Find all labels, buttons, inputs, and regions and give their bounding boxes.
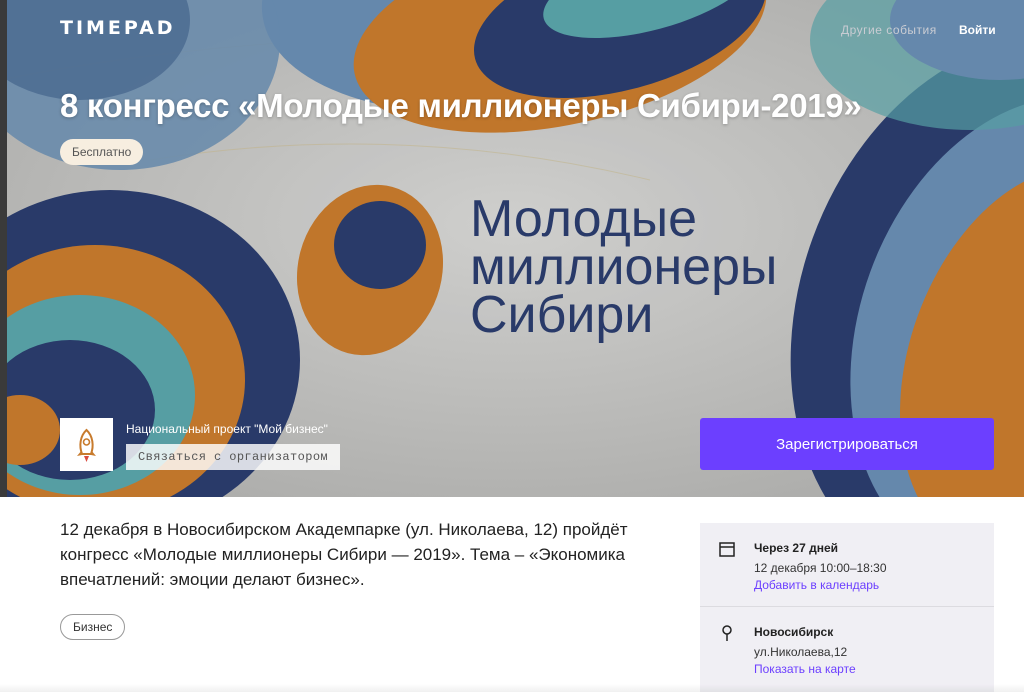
place-block: Новосибирск ул.Николаева,12 Показать на … [700,607,994,692]
login-link[interactable]: Войти [959,23,996,37]
tag-chip[interactable]: Бизнес [60,614,126,640]
rocket-logo-icon [77,428,96,462]
place-city: Новосибирск [754,625,834,639]
register-button[interactable]: Зарегистрироваться [700,418,994,470]
timepad-logo[interactable]: TIMEPAD [60,17,176,39]
left-edge-strip [0,0,7,497]
event-description: 12 декабря в Новосибирском Академпарке (… [60,520,628,589]
date-relative: Через 27 дней [754,541,839,555]
location-pin-icon [722,625,732,641]
event-hero: Молодые миллионеры Сибири TIMEPAD Другие… [0,0,1024,497]
organizer-logo[interactable] [60,418,113,471]
other-events-link[interactable]: Другие события [841,23,937,37]
calendar-icon [719,542,735,557]
date-time: 12 декабря 10:00–18:30 [754,561,887,575]
organizer-name[interactable]: Национальный проект "Мой бизнес" [126,422,328,436]
place-address: ул.Николаева,12 [754,645,848,659]
show-on-map-link[interactable]: Показать на карте [754,662,856,676]
contact-organizer-button[interactable]: Связаться с организатором [126,444,341,470]
event-info-panel: Через 27 дней 12 декабря 10:00–18:30 Доб… [700,523,994,692]
bottom-shadow [0,684,1024,692]
event-title: 8 конгресс «Молодые миллионеры Сибири-20… [60,87,862,124]
price-badge: Бесплатно [60,139,144,165]
add-to-calendar-link[interactable]: Добавить в календарь [754,578,879,592]
date-block: Через 27 дней 12 декабря 10:00–18:30 Доб… [700,523,994,607]
